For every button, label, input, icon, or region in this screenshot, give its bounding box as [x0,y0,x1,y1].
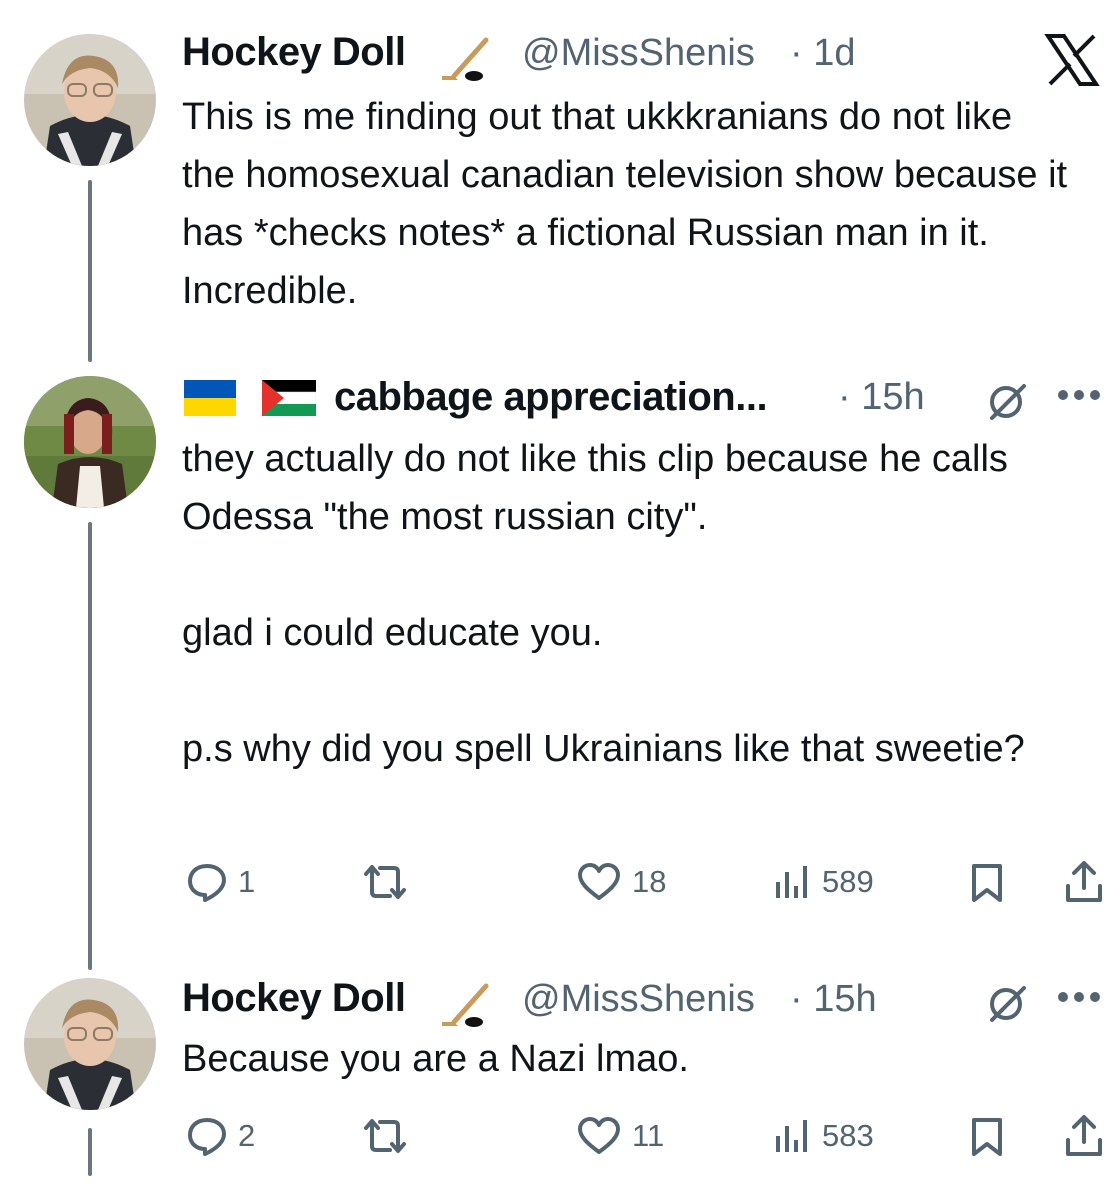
bookmark-icon[interactable] [970,862,1004,909]
view-count: 589 [822,864,874,899]
timestamp[interactable]: · 15h [838,376,925,419]
avatar[interactable] [24,376,156,508]
views-chart-icon [776,1120,807,1152]
reply-icon [188,864,226,902]
display-name[interactable]: Hockey Doll [182,30,406,75]
retweet-button[interactable] [360,1116,410,1156]
tweet-text: This is me finding out that ukkkranians … [182,96,1078,312]
tweet-text: they actually do not like this clip beca… [182,438,1025,770]
more-options-icon[interactable] [1056,990,1102,1009]
hockey-stick-icon [440,36,492,89]
hockey-stick-icon [440,982,492,1035]
avatar[interactable] [24,978,156,1110]
grok-icon[interactable] [986,380,1030,429]
user-handle[interactable]: @MissShenis [522,32,755,75]
views-button[interactable]: 583 [772,1116,874,1156]
retweet-button[interactable] [360,862,410,902]
share-icon[interactable] [1064,860,1104,909]
like-button[interactable]: 18 [576,862,666,902]
tweet-text: Because you are a Nazi lmao. [182,1038,689,1080]
view-count: 583 [822,1118,874,1153]
thread-line [88,180,92,362]
heart-icon [578,863,620,900]
reply-icon [188,1118,226,1156]
thread-line [88,1128,92,1176]
display-name[interactable]: cabbage appreciation... [334,375,768,420]
ukraine-flag-icon [184,380,236,421]
like-button[interactable]: 11 [576,1116,664,1156]
share-icon[interactable] [1064,1114,1104,1163]
timestamp[interactable]: · 1d [790,32,855,75]
palestine-flag-icon [261,380,317,421]
grok-icon[interactable] [986,982,1030,1031]
retweet-icon [364,865,406,899]
more-options-icon[interactable] [1056,388,1102,407]
x-logo-icon [1044,34,1100,91]
views-chart-icon [776,866,807,898]
like-count: 18 [632,864,667,899]
views-button[interactable]: 589 [772,862,874,902]
like-count: 11 [632,1118,665,1153]
bookmark-icon[interactable] [970,1116,1004,1163]
reply-count: 1 [238,864,256,899]
timestamp[interactable]: · 15h [790,978,877,1021]
display-name[interactable]: Hockey Doll [182,976,406,1021]
retweet-icon [364,1119,406,1153]
heart-icon [578,1117,620,1154]
reply-button[interactable]: 1 [186,862,255,902]
reply-button[interactable]: 2 [186,1116,255,1156]
user-handle[interactable]: @MissShenis [522,978,755,1021]
thread-line [88,522,92,970]
reply-count: 2 [238,1118,256,1153]
avatar[interactable] [24,34,156,166]
